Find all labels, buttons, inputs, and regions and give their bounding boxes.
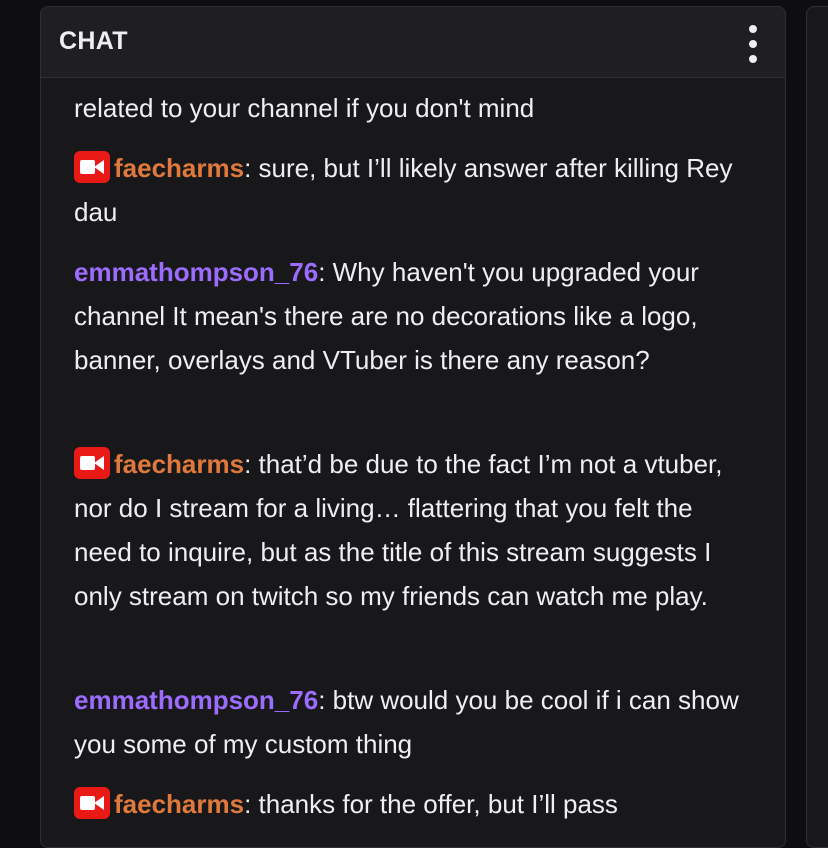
chat-message: faecharms: sure, but I’ll likely answer … (74, 146, 742, 234)
chat-title: CHAT (59, 27, 128, 55)
chat-message: related to your channel if you don't min… (74, 86, 742, 130)
chat-message: emmathompson_76: Why haven't you upgrade… (74, 250, 742, 382)
chat-username[interactable]: emmathompson_76 (74, 685, 318, 715)
message-text: : thanks for the offer, but I’ll pass (244, 789, 618, 819)
chat-panel: CHAT related to your channel if you don'… (40, 6, 786, 848)
chat-username[interactable]: faecharms (114, 789, 244, 819)
kebab-dot (749, 55, 757, 63)
kebab-menu-icon[interactable] (747, 25, 759, 63)
adjacent-panel (806, 6, 828, 848)
kebab-dot (749, 25, 757, 33)
chat-username[interactable]: faecharms (114, 449, 244, 479)
broadcaster-icon[interactable] (74, 787, 110, 819)
chat-message: emmathompson_76: btw would you be cool i… (74, 678, 742, 766)
broadcaster-icon[interactable] (74, 151, 110, 183)
kebab-dot (749, 40, 757, 48)
chat-message: faecharms: thanks for the offer, but I’l… (74, 782, 742, 826)
chat-message: faecharms: that’d be due to the fact I’m… (74, 442, 742, 618)
message-text: related to your channel if you don't min… (74, 93, 535, 123)
chat-username[interactable]: emmathompson_76 (74, 257, 318, 287)
chat-message-list[interactable]: related to your channel if you don't min… (41, 78, 785, 847)
chat-username[interactable]: faecharms (114, 153, 244, 183)
clipped-message-fragment (41, 78, 785, 80)
broadcaster-icon[interactable] (74, 447, 110, 479)
chat-header: CHAT (41, 7, 785, 78)
